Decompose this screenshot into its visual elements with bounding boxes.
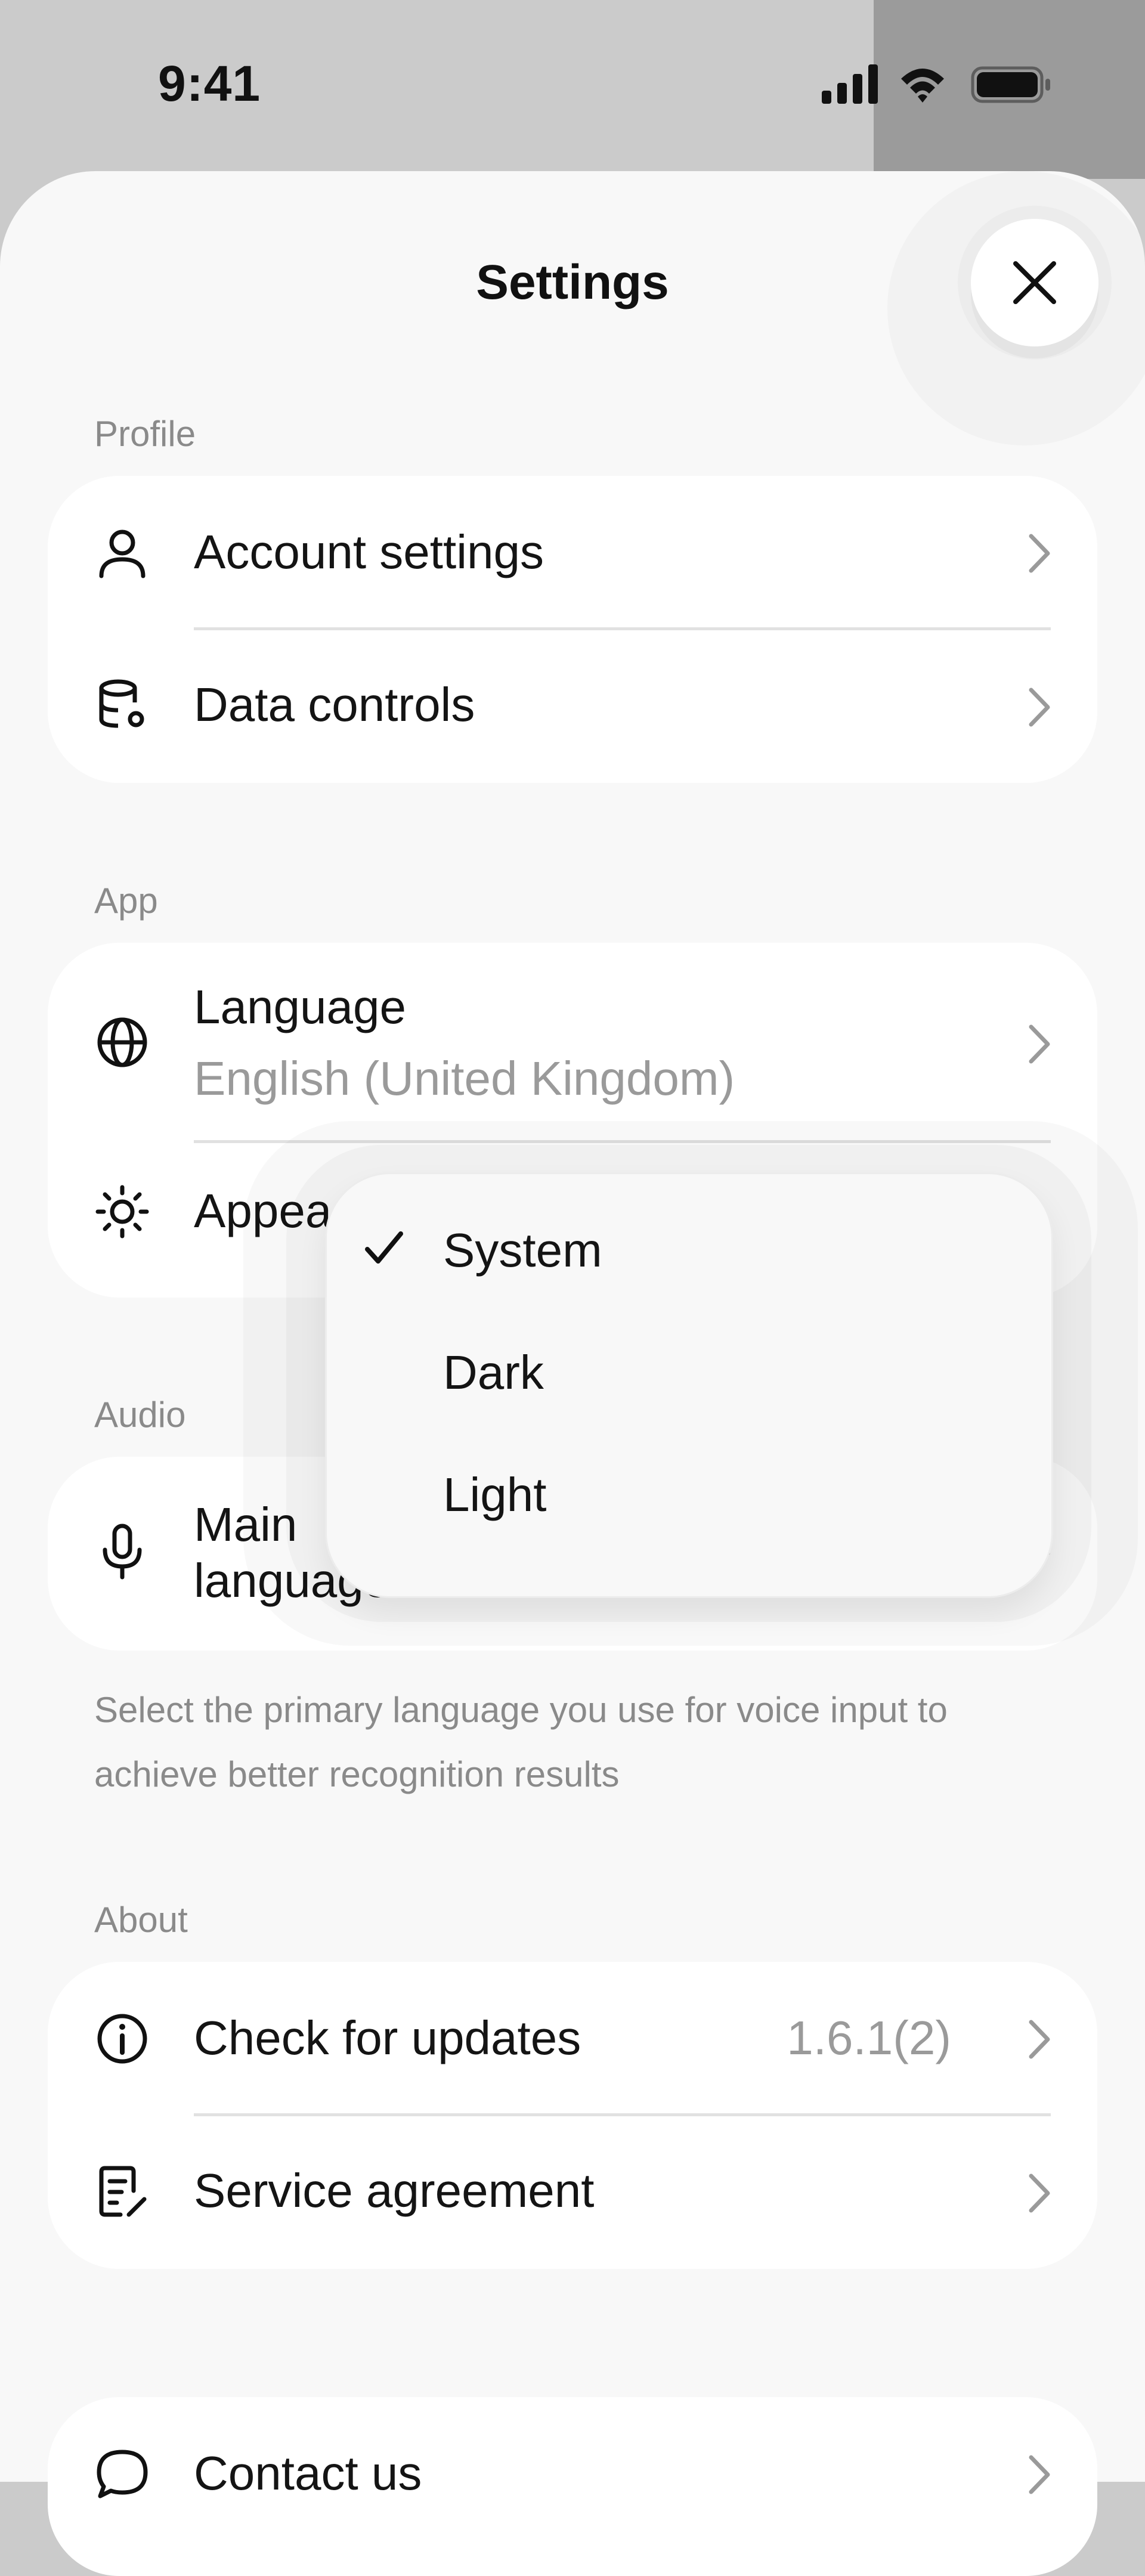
- chat-bubble-icon: [97, 2450, 148, 2498]
- sun-icon: [95, 1185, 149, 1239]
- chevron-right-icon: [1029, 534, 1050, 573]
- row-contact-us[interactable]: Contact us: [48, 2397, 1097, 2551]
- contact-card: Contact us: [48, 2397, 1097, 2576]
- status-time: 9:41: [158, 55, 261, 112]
- database-settings-icon: [99, 679, 144, 728]
- menu-item-dark[interactable]: Dark: [327, 1332, 1051, 1410]
- row-label: Language: [194, 980, 406, 1033]
- row-label: Service agreement: [194, 2164, 595, 2217]
- menu-item-label: Dark: [443, 1346, 544, 1399]
- wifi-icon: [901, 69, 944, 103]
- row-service-agreement[interactable]: Service agreement: [48, 2116, 1097, 2269]
- chevron-right-icon: [1029, 2020, 1050, 2059]
- about-card: Check for updates 1.6.1(2) Service agree…: [48, 1962, 1097, 2269]
- chevron-right-icon: [1029, 1024, 1050, 1064]
- row-label: Data controls: [194, 678, 475, 731]
- row-check-updates[interactable]: Check for updates 1.6.1(2): [48, 1962, 1097, 2116]
- chevron-right-icon: [1029, 688, 1050, 727]
- close-icon: [1013, 261, 1056, 304]
- menu-item-system[interactable]: System: [327, 1210, 1051, 1287]
- audio-hint: Select the primary language you use for …: [94, 1690, 948, 1794]
- chevron-right-icon: [1029, 2174, 1050, 2213]
- microphone-icon: [103, 1524, 142, 1580]
- menu-item-light[interactable]: Light: [327, 1454, 1051, 1532]
- profile-card: Account settings Data controls: [48, 476, 1097, 783]
- section-label-app: App: [94, 881, 158, 921]
- info-icon: [97, 2014, 147, 2064]
- row-label: Check for updates: [194, 2011, 581, 2064]
- appearance-menu: System Dark Light: [325, 1172, 1053, 1598]
- signal-icon: [822, 64, 878, 104]
- row-label: Account settings: [194, 525, 544, 578]
- section-label-about: About: [94, 1900, 188, 1940]
- row-language[interactable]: Language English (United Kingdom): [48, 943, 1097, 1143]
- menu-item-label: System: [443, 1224, 602, 1277]
- row-account-settings[interactable]: Account settings: [48, 476, 1097, 630]
- status-bar: 9:41: [0, 0, 1145, 170]
- user-icon: [99, 530, 146, 578]
- version-value: 1.6.1(2): [787, 2011, 951, 2064]
- menu-item-label: Light: [443, 1468, 547, 1521]
- globe-icon: [97, 1017, 147, 1067]
- row-label: Contact us: [194, 2447, 422, 2500]
- section-label-audio: Audio: [94, 1395, 186, 1435]
- checkmark-icon: [365, 1231, 403, 1264]
- document-edit-icon: [99, 2166, 147, 2217]
- section-label-profile: Profile: [94, 414, 196, 454]
- battery-icon: [971, 66, 1050, 103]
- chevron-right-icon: [1029, 2455, 1050, 2494]
- status-icons: [822, 64, 1050, 104]
- close-button[interactable]: [971, 219, 1098, 346]
- row-data-controls[interactable]: Data controls: [48, 630, 1097, 783]
- language-value: English (United Kingdom): [194, 1052, 735, 1105]
